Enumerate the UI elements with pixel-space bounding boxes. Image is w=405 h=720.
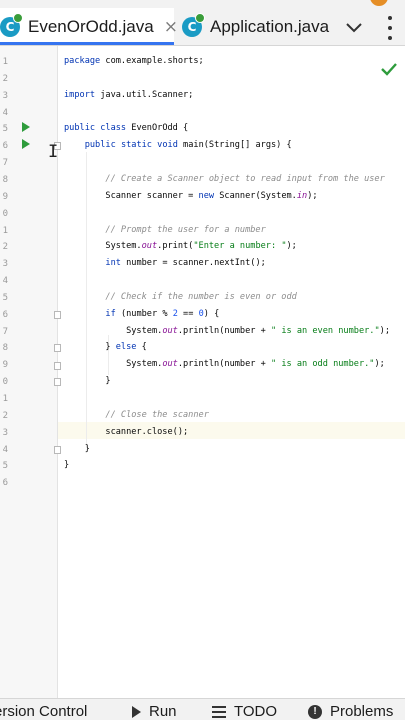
line-number: 3 xyxy=(2,259,8,270)
line-number: 4 xyxy=(2,276,8,287)
line-number: 5 xyxy=(2,292,8,303)
todo-label: TODO xyxy=(234,703,278,720)
line-number: 1 xyxy=(2,57,8,67)
run-icon xyxy=(132,705,141,718)
todo-tool-button[interactable]: TODO xyxy=(212,703,277,720)
line-number: 6 xyxy=(2,309,8,320)
code-line: // Create a Scanner object to read input… xyxy=(64,173,385,184)
no-problems-check-icon[interactable] xyxy=(380,60,398,78)
line-number: 5 xyxy=(2,461,8,472)
code-line: System.out.print("Enter a number: "); xyxy=(64,241,297,252)
line-number: 5 xyxy=(2,124,8,135)
code-line: import java.util.Scanner; xyxy=(64,89,194,100)
version-control-label: ersion Control xyxy=(0,703,88,720)
line-number: 4 xyxy=(2,444,8,455)
line-number: 1 xyxy=(2,394,8,404)
tab-application[interactable]: C Application.java xyxy=(182,8,332,45)
run-label: Run xyxy=(149,703,177,720)
tab-label: EvenOrOdd.java xyxy=(28,17,154,36)
fold-marker-icon[interactable] xyxy=(54,362,61,370)
line-number: 3 xyxy=(2,90,8,101)
java-class-icon: C xyxy=(0,13,23,37)
mouse-ibeam-cursor-icon: I xyxy=(48,142,59,162)
line-number: 2 xyxy=(2,242,8,253)
code-line: int number = scanner.nextInt(); xyxy=(105,258,266,269)
problems-warning-icon: ! xyxy=(308,704,322,719)
line-number: 0 xyxy=(2,208,8,219)
code-line: // Check if the number is even or odd xyxy=(64,291,297,302)
code-line: } else { xyxy=(64,342,147,353)
line-number: 6 xyxy=(2,141,8,152)
code-line: } xyxy=(64,376,111,387)
line-number: 7 xyxy=(2,326,8,337)
line-number: 8 xyxy=(2,174,8,185)
code-line: System.out.println(number + " is an odd … xyxy=(64,359,385,370)
line-number: 4 xyxy=(2,107,8,118)
code-line: // Close the scanner xyxy=(64,409,209,420)
code-line: if (number % 2 == 0) { xyxy=(105,308,220,319)
code-line: } xyxy=(64,443,90,454)
code-line: package com.example.shorts; xyxy=(64,56,204,66)
tool-window-bar: ersion Control Run TODO ! Problems xyxy=(0,698,405,720)
chevron-down-icon[interactable] xyxy=(344,18,364,38)
code-line: public static void main(String[] args) { xyxy=(84,140,292,151)
line-number: 2 xyxy=(2,410,8,421)
line-number: 1 xyxy=(2,225,8,236)
line-number: 7 xyxy=(2,158,8,169)
fold-marker-icon[interactable] xyxy=(54,446,61,454)
todo-list-icon xyxy=(212,705,226,718)
problems-tool-button[interactable]: ! Problems xyxy=(308,703,393,720)
fold-marker-icon[interactable] xyxy=(54,344,61,352)
line-number: 2 xyxy=(2,73,8,84)
line-number: 8 xyxy=(2,343,8,354)
run-main-icon[interactable] xyxy=(22,139,30,149)
close-tab-icon[interactable]: × xyxy=(164,17,178,37)
problems-label: Problems xyxy=(330,703,394,720)
more-options-icon[interactable] xyxy=(386,16,394,40)
run-tool-button[interactable]: Run xyxy=(132,703,177,720)
version-control-tool-button[interactable]: ersion Control xyxy=(0,703,87,720)
code-line: scanner.close(); xyxy=(64,426,189,437)
line-number: 3 xyxy=(2,427,8,438)
fold-marker-icon[interactable] xyxy=(54,311,61,319)
line-number: 6 xyxy=(2,478,8,489)
notification-badge-icon[interactable] xyxy=(370,0,388,6)
code-line: // Prompt the user for a number xyxy=(64,224,266,235)
run-class-icon[interactable] xyxy=(22,122,30,132)
code-line: Scanner scanner = new Scanner(System.in)… xyxy=(64,190,318,201)
fold-marker-icon[interactable] xyxy=(54,378,61,386)
editor-tab-bar: C EvenOrOdd.java × C Application.java xyxy=(0,0,405,46)
tab-evenorodd[interactable]: C EvenOrOdd.java × xyxy=(0,8,178,45)
code-editor[interactable]: package com.example.shorts; import java.u… xyxy=(64,46,405,698)
code-line: System.out.println(number + " is an even… xyxy=(64,325,390,336)
line-number: 9 xyxy=(2,191,8,202)
line-number: 0 xyxy=(2,377,8,388)
code-line: } xyxy=(64,460,70,471)
line-number: 9 xyxy=(2,360,8,371)
java-class-icon: C xyxy=(182,13,205,37)
tab-label: Application.java xyxy=(210,17,330,36)
code-line: public class EvenOrOdd { xyxy=(64,123,189,134)
